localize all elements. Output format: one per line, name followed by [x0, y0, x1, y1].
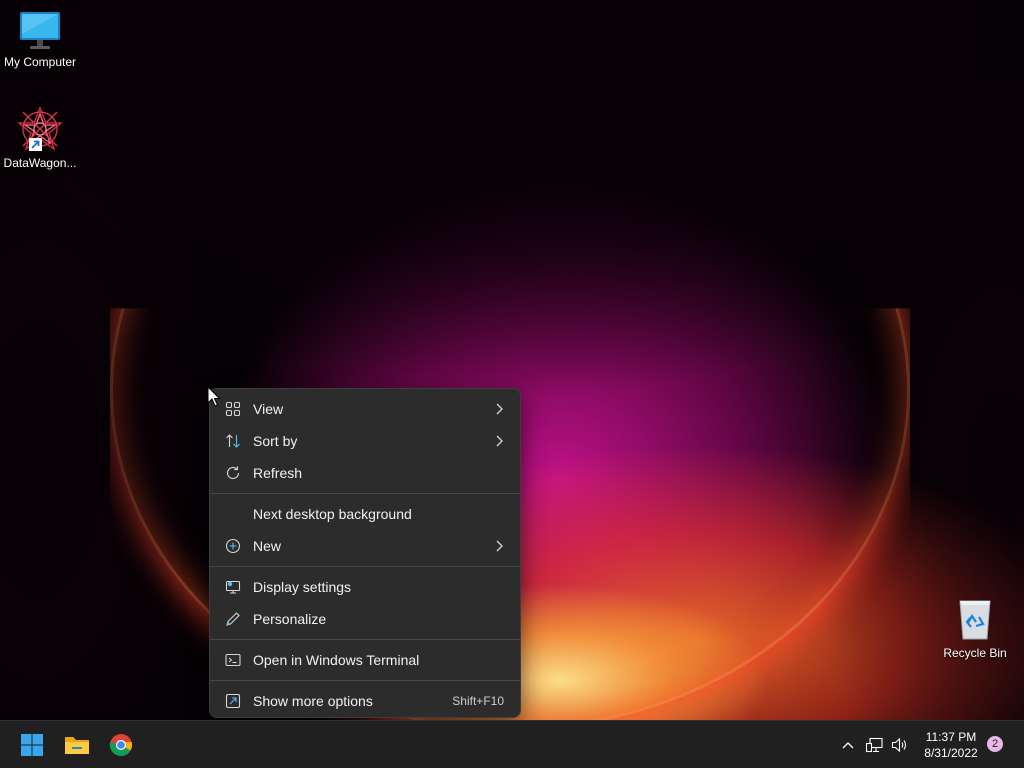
chevron-right-icon [496, 435, 503, 447]
network-button[interactable] [865, 735, 885, 755]
volume-icon [891, 737, 907, 753]
sort-icon [226, 434, 240, 448]
menu-separator [210, 493, 520, 494]
clock-date: 8/31/2022 [924, 746, 978, 760]
pen-icon [226, 612, 240, 626]
clock[interactable]: 11:37 PM 8/31/2022 [916, 729, 986, 761]
menu-item-new[interactable]: New [210, 530, 520, 562]
network-icon [866, 737, 883, 753]
display-settings-icon [225, 580, 241, 594]
menu-item-label: View [253, 401, 284, 417]
chevron-right-icon [496, 540, 503, 552]
chevron-right-icon [496, 403, 503, 415]
desktop-icon-datawagon[interactable]: DataWagon... [0, 104, 80, 170]
menu-item-label: Refresh [253, 465, 303, 481]
monitor-icon [20, 12, 60, 49]
menu-item-label: Display settings [253, 579, 352, 595]
menu-item-refresh[interactable]: Refresh [210, 457, 520, 489]
menu-item-label: New [253, 538, 282, 554]
grid-view-icon [225, 401, 241, 417]
show-hidden-icons-button[interactable] [838, 735, 858, 755]
menu-item-sort-by[interactable]: Sort by [210, 425, 520, 457]
menu-item-label: Sort by [253, 433, 298, 449]
desktop-icon-label: Recycle Bin [943, 646, 1007, 660]
recycle-bin-icon [959, 600, 991, 640]
notification-badge[interactable]: 2 [987, 736, 1003, 752]
desktop-icon-my-computer[interactable]: My Computer [0, 8, 80, 69]
mouse-pointer-icon [207, 386, 221, 407]
desktop-context-menu: View Sort by Refresh Next desktop backgr… [209, 388, 521, 718]
terminal-icon [225, 653, 241, 667]
datawagon-app-icon [17, 106, 63, 151]
windows-logo-icon [21, 734, 43, 756]
menu-item-view[interactable]: View [210, 393, 520, 425]
clock-time: 11:37 PM [925, 730, 977, 744]
refresh-icon [226, 466, 240, 479]
chrome-icon [109, 734, 133, 756]
start-button[interactable] [16, 729, 48, 761]
menu-separator [210, 680, 520, 681]
menu-item-show-more-options[interactable]: Show more options Shift+F10 [210, 685, 520, 717]
desktop-icon-recycle-bin[interactable]: Recycle Bin [935, 596, 1015, 660]
volume-button[interactable] [890, 735, 910, 755]
menu-item-shortcut: Shift+F10 [452, 694, 504, 708]
menu-item-next-desktop-background[interactable]: Next desktop background [210, 498, 520, 530]
taskbar: 11:37 PM 8/31/2022 [0, 720, 1024, 768]
add-circle-icon [225, 538, 241, 554]
menu-item-label: Personalize [253, 611, 327, 627]
menu-separator [210, 566, 520, 567]
more-options-icon [225, 693, 241, 709]
desktop-icon-label: DataWagon... [3, 156, 77, 170]
chevron-up-icon [842, 742, 854, 749]
menu-separator [210, 639, 520, 640]
menu-item-label: Next desktop background [253, 506, 412, 522]
menu-item-label: Open in Windows Terminal [253, 652, 420, 668]
menu-item-display-settings[interactable]: Display settings [210, 571, 520, 603]
shortcut-arrow-icon [29, 138, 42, 151]
menu-item-label: Show more options [253, 693, 373, 709]
menu-item-open-in-windows-terminal[interactable]: Open in Windows Terminal [210, 644, 520, 676]
folder-icon [65, 737, 89, 754]
menu-item-personalize[interactable]: Personalize [210, 603, 520, 635]
chrome-button[interactable] [105, 729, 137, 761]
file-explorer-button[interactable] [61, 729, 93, 761]
desktop-icon-label: My Computer [3, 55, 77, 69]
